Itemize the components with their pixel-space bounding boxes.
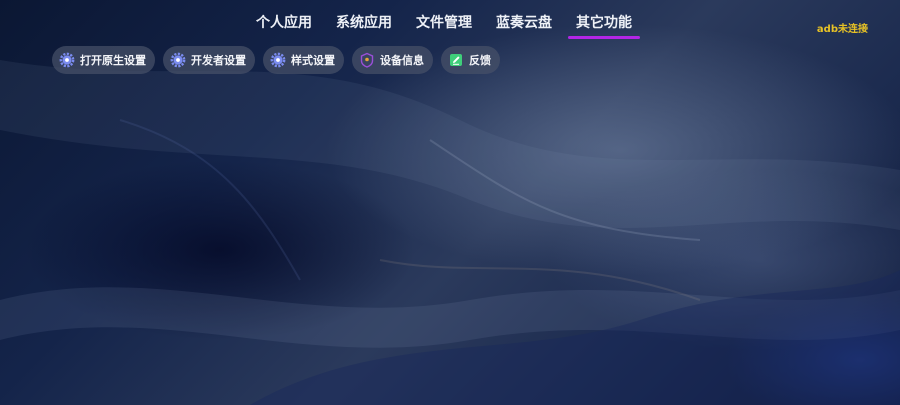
- chip-label: 设备信息: [380, 54, 424, 67]
- tab-lanzou-cloud[interactable]: 蓝奏云盘: [486, 10, 562, 38]
- edit-icon: [448, 52, 464, 68]
- style-settings-button[interactable]: 样式设置: [263, 46, 344, 74]
- chip-label: 样式设置: [291, 54, 335, 67]
- tab-label: 文件管理: [416, 15, 472, 31]
- tab-label: 其它功能: [576, 15, 632, 31]
- device-info-button[interactable]: 设备信息: [352, 46, 433, 74]
- tab-label: 蓝奏云盘: [496, 15, 552, 31]
- developer-settings-button[interactable]: 开发者设置: [163, 46, 255, 74]
- tab-label: 个人应用: [256, 15, 312, 31]
- gear-icon: [59, 52, 75, 68]
- chip-label: 反馈: [469, 54, 491, 67]
- chip-label: 开发者设置: [191, 54, 246, 67]
- top-navigation-tabs: 个人应用 系统应用 文件管理 蓝奏云盘 其它功能: [246, 10, 642, 39]
- tab-other-functions[interactable]: 其它功能: [566, 10, 642, 39]
- open-native-settings-button[interactable]: 打开原生设置: [52, 46, 155, 74]
- tab-file-management[interactable]: 文件管理: [406, 10, 482, 38]
- chip-label: 打开原生设置: [80, 54, 146, 67]
- adb-status-indicator: adb未连接: [816, 24, 868, 35]
- feedback-button[interactable]: 反馈: [441, 46, 500, 74]
- other-functions-screen: 个人应用 系统应用 文件管理 蓝奏云盘 其它功能 adb未连接 打开原生设置 开…: [0, 0, 900, 405]
- location-pin-icon: [359, 52, 375, 68]
- gear-icon: [170, 52, 186, 68]
- gear-icon: [270, 52, 286, 68]
- tab-label: 系统应用: [336, 15, 392, 31]
- tab-system-apps[interactable]: 系统应用: [326, 10, 402, 38]
- tab-personal-apps[interactable]: 个人应用: [246, 10, 322, 38]
- function-toolbar: 打开原生设置 开发者设置 样式设置 设备信息 反馈: [52, 46, 500, 74]
